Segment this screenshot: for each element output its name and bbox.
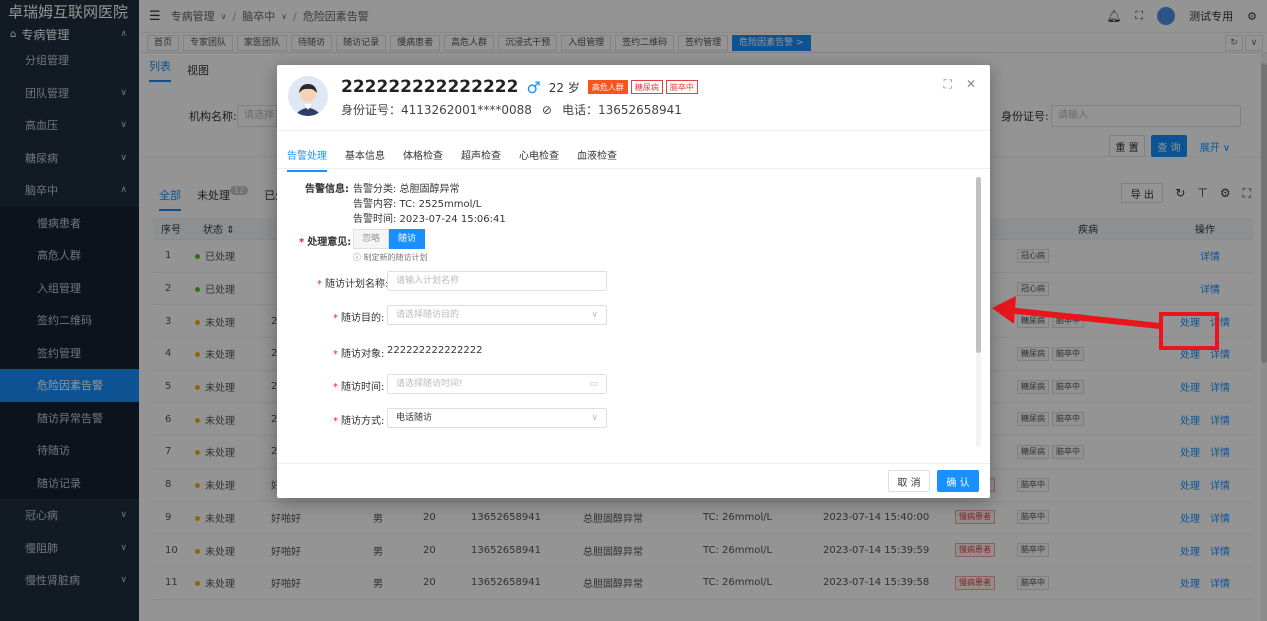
target-value: 222222222222222: [387, 345, 483, 356]
alert-category: 告警分类: 总胆固醇异常: [353, 184, 460, 195]
patient-tag: 高危人群: [587, 80, 628, 94]
fullscreen-icon[interactable]: ⛶: [944, 77, 952, 92]
method-label-text: 随访方式:: [341, 416, 385, 427]
visit-time-placeholder: 请选择随访时间!: [396, 379, 463, 389]
opinion-label: * 处理意见:: [299, 237, 352, 248]
cancel-button[interactable]: 取 消: [888, 470, 930, 492]
close-icon[interactable]: ✕: [966, 77, 976, 92]
patient-name-line: 222222222222222 ♂ 22 岁 高危人群 糖尿病 脑卒中: [341, 77, 698, 97]
target-label-text: 随访对象:: [341, 349, 385, 360]
dialog-header: 222222222222222 ♂ 22 岁 高危人群 糖尿病 脑卒中 身份证号：4…: [277, 65, 990, 131]
plan-name-label: * 随访计划名称:: [317, 279, 389, 290]
patient-tag: 糖尿病: [630, 80, 663, 94]
method-value: 电话随访: [396, 413, 433, 423]
purpose-placeholder: 请选择随访目的: [396, 310, 460, 320]
visit-time-picker[interactable]: 请选择随访时间! ▭: [387, 374, 607, 394]
patient-phone: 电话：13652658941: [561, 103, 682, 117]
annotation-box: [1159, 312, 1219, 350]
method-label: * 随访方式:: [333, 416, 385, 427]
dialog-body: 告警信息: 告警分类: 总胆固醇异常 告警内容: TC: 2525mmol/L …: [277, 177, 990, 463]
ignore-option[interactable]: 忽略: [353, 229, 390, 249]
avatar: [288, 76, 328, 116]
opinion-segment: 忽略 随访: [353, 229, 426, 249]
dialog-scrollbar[interactable]: [976, 177, 981, 447]
alert-info-label: 告警信息:: [305, 184, 349, 195]
chevron-down-icon: ∨: [591, 413, 598, 423]
purpose-select[interactable]: 请选择随访目的 ∨: [387, 305, 607, 325]
dialog-scrollbar-thumb[interactable]: [976, 177, 981, 353]
alert-content: 告警内容: TC: 2525mmol/L: [353, 199, 482, 210]
tab-divider: [277, 168, 990, 169]
opinion-hint: ⓘ 制定新的随访计划: [353, 253, 428, 262]
dialog-controls: ⛶ ✕: [944, 77, 976, 92]
visit-time-label-text: 随访时间:: [341, 382, 385, 393]
annotation-arrow: [992, 296, 1161, 329]
chevron-down-icon: ∨: [591, 310, 598, 320]
purpose-label: * 随访目的:: [333, 313, 385, 324]
dialog-footer: 取 消 确 认: [277, 463, 990, 498]
alert-time: 告警时间: 2023-07-24 15:06:41: [353, 214, 506, 225]
patient-name: 222222222222222: [341, 77, 519, 97]
patient-id-card: 身份证号：4113262001****0088: [341, 103, 532, 117]
purpose-label-text: 随访目的:: [341, 313, 385, 324]
male-icon: ♂: [526, 77, 541, 97]
eye-off-icon[interactable]: ⊘: [542, 103, 552, 117]
method-select[interactable]: 电话随访 ∨: [387, 408, 607, 428]
calendar-icon: ▭: [589, 379, 598, 389]
followup-option[interactable]: 随访: [389, 229, 426, 249]
patient-tags: 高危人群 糖尿病 脑卒中: [587, 80, 698, 94]
patient-info: 身份证号：4113262001****0088 ⊘ 电话：13652658941: [341, 101, 682, 118]
plan-name-input[interactable]: 请输入计划名称: [387, 271, 607, 291]
alert-handle-dialog: 222222222222222 ♂ 22 岁 高危人群 糖尿病 脑卒中 身份证号：4…: [277, 65, 990, 498]
confirm-button[interactable]: 确 认: [937, 470, 979, 492]
target-label: * 随访对象:: [333, 349, 385, 360]
visit-time-label: * 随访时间:: [333, 382, 385, 393]
patient-tag: 脑卒中: [665, 80, 698, 94]
patient-age: 22 岁: [548, 80, 580, 95]
opinion-label-text: 处理意见:: [307, 237, 352, 248]
plan-name-label-text: 随访计划名称:: [325, 279, 389, 290]
